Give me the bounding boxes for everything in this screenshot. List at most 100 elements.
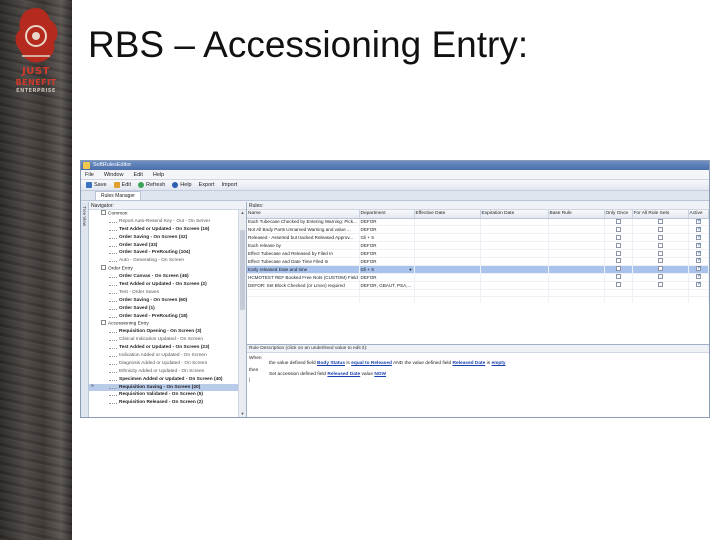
tree-item[interactable]: Ethnicity Added or Updated - On Screen [89, 368, 238, 376]
scroll-up-icon[interactable]: ▲ [239, 210, 246, 216]
workspace: Tree View Navigator: Common Report Auto-R… [81, 202, 709, 417]
editable-value-link[interactable]: NOW [374, 372, 386, 377]
table-row[interactable]: DEFOR: Set Block Checked (or Lmon) requi… [247, 281, 709, 290]
checkbox[interactable] [658, 274, 663, 280]
table-row[interactable]: Each release by DEFOR [247, 241, 709, 251]
table-row[interactable]: Effect Tubecase and Date Time Filed In DE… [247, 257, 709, 266]
checkbox-checked[interactable] [696, 250, 701, 256]
column-header[interactable]: Active [688, 210, 709, 219]
tree-item[interactable]: Requisition Validated - On Screen (5) [89, 391, 238, 399]
table-row[interactable]: Released - Asserted but tracked Released… [247, 233, 709, 243]
table-row[interactable]: HCMOTEST REF Booked Free Nots (CUSTOM) F… [247, 273, 709, 282]
column-header[interactable]: Department [359, 210, 415, 219]
checkbox[interactable] [616, 226, 621, 232]
checkbox[interactable] [616, 274, 621, 280]
tree-item[interactable]: Order Saving - On Screen (60) [89, 297, 238, 305]
menu-help[interactable]: Help [153, 170, 164, 179]
export-button[interactable]: Export [197, 181, 217, 190]
checkbox-checked[interactable] [696, 257, 701, 264]
checkbox-checked[interactable] [696, 234, 701, 240]
collapse-icon[interactable] [101, 210, 106, 215]
collapse-icon[interactable] [101, 265, 106, 271]
edit-button[interactable]: Edit [112, 181, 133, 190]
table-row[interactable]: Each Tubecase Checked by Entering Warnin… [247, 218, 709, 227]
navigator-scrollbar[interactable]: ▲ ▼ [238, 210, 246, 417]
menu-window[interactable]: Window [104, 170, 124, 179]
column-header[interactable]: For All Rule Sets [632, 210, 689, 219]
editable-value-link[interactable]: empty [491, 361, 505, 366]
tree-group[interactable]: Order Entry [89, 265, 238, 273]
checkbox[interactable] [616, 282, 621, 288]
tree-item[interactable]: Indication Added or Updated - On Screen [89, 352, 238, 360]
column-header[interactable]: Expiration Date [480, 210, 549, 219]
checkbox[interactable] [658, 282, 663, 288]
column-header[interactable]: Name [247, 210, 360, 219]
checkbox-checked[interactable] [696, 281, 701, 288]
tree-item[interactable]: Clinical Indication Updated - On Screen [89, 336, 238, 344]
tree-item[interactable]: Order Saved - PreRouting (18) [89, 313, 238, 321]
tree-item[interactable]: Diagnosis Added or Updated - On Screen [89, 360, 238, 368]
tree-item[interactable]: Order Canvas - On Screen (46) [89, 273, 238, 281]
tree-item[interactable]: Order Saved (1) [89, 305, 238, 313]
tree-group[interactable]: Accessioning Entry [89, 320, 238, 328]
tree-item[interactable]: Requisition Opening - On Screen (3) [89, 328, 238, 336]
checkbox[interactable] [616, 266, 621, 272]
tree-item[interactable]: Requisition Released - On Screen (2) [89, 399, 238, 407]
checkbox-checked[interactable] [696, 226, 701, 232]
dropdown-icon[interactable]: ▼ [409, 267, 413, 272]
checkbox[interactable] [658, 266, 663, 272]
checkbox[interactable] [658, 258, 663, 264]
checkbox[interactable] [658, 250, 663, 256]
tree-item[interactable]: Test Added or Updated - On Screen (23) [89, 344, 238, 352]
scroll-thumb[interactable] [240, 230, 245, 310]
editable-value-link[interactable]: Released Date [327, 372, 360, 377]
checkbox[interactable] [616, 258, 621, 264]
tree-item[interactable]: Report Auto-Resend Key - Out - On Server [89, 218, 238, 226]
column-header[interactable]: Only Once [604, 210, 633, 219]
checkbox[interactable] [616, 250, 621, 256]
tree-item[interactable]: Test Added or Updated - On Screen (2) [89, 281, 238, 289]
column-header[interactable]: Effective Date [414, 210, 481, 219]
checkbox[interactable] [658, 234, 663, 240]
only-once-cell [604, 281, 633, 290]
checkbox-checked[interactable] [696, 242, 701, 248]
column-header[interactable]: Base Rule [548, 210, 605, 219]
checkbox[interactable] [658, 218, 663, 224]
checkbox[interactable] [616, 218, 621, 224]
checkbox-checked[interactable] [696, 265, 701, 272]
editable-value-link[interactable]: Released [370, 361, 392, 366]
checkbox-checked[interactable] [696, 273, 701, 280]
scroll-down-icon[interactable]: ▼ [239, 411, 246, 417]
save-button[interactable]: Save [84, 181, 109, 190]
import-button[interactable]: Import [220, 181, 240, 190]
collapse-icon[interactable] [101, 320, 106, 326]
tree-group[interactable]: Common [89, 210, 238, 218]
checkbox-checked[interactable] [696, 218, 701, 224]
tree-item[interactable]: Test Added or Updated - On Screen (16) [89, 226, 238, 234]
table-row[interactable]: Early released Date and time Gli + 6 ▼ [247, 265, 709, 274]
tree-item[interactable]: Test - Order Saves [89, 289, 238, 297]
for-all-rule-sets-cell [632, 225, 689, 235]
tree-item[interactable]: Order Saving - On Screen (32) [89, 234, 238, 242]
editable-value-link[interactable]: Released Date [453, 361, 486, 366]
side-tab-tree-view[interactable]: Tree View [81, 202, 89, 417]
tree-item[interactable]: Specimen Added or Updated - On Screen (4… [89, 376, 238, 384]
tab-rules-manager[interactable]: Rules Manager [95, 191, 141, 200]
tree-item[interactable]: Auto - Generating - On Screen [89, 257, 238, 265]
refresh-button[interactable]: Refresh [136, 181, 167, 190]
tree-item[interactable]: Order Saved - PreRouting (104) [89, 249, 238, 257]
menu-edit[interactable]: Edit [133, 170, 142, 179]
help-button[interactable]: Help [170, 181, 193, 190]
checkbox[interactable] [616, 234, 621, 240]
editable-value-link[interactable]: Body Status [317, 361, 345, 366]
checkbox[interactable] [658, 226, 663, 232]
tree-item[interactable]: Requisition Saving - On Screen (20) [89, 383, 238, 392]
editable-value-link[interactable]: equal to [351, 361, 369, 366]
menu-file[interactable]: File [85, 170, 94, 179]
table-row[interactable]: Effect Tubecase and Released by Filed In… [247, 249, 709, 258]
checkbox[interactable] [616, 242, 621, 248]
tree-item[interactable]: Order Saved (33) [89, 242, 238, 250]
checkbox[interactable] [658, 242, 663, 248]
for-all-rule-sets-cell [632, 265, 689, 274]
table-row[interactable]: Not All Body Parts Unnamed Warning and v… [247, 225, 709, 235]
